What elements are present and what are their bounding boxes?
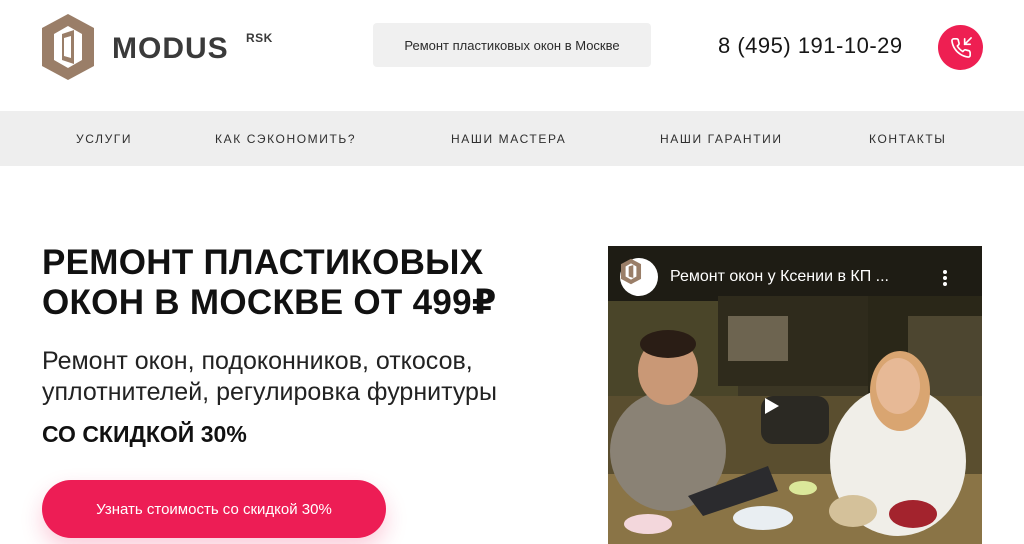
hero-title-line: РЕМОНТ ПЛАСТИКОВЫХ xyxy=(42,243,484,282)
nav-item-contacts[interactable]: КОНТАКТЫ xyxy=(869,132,947,146)
play-icon xyxy=(765,398,779,414)
hero-title: РЕМОНТ ПЛАСТИКОВЫХ ОКОН В МОСКВЕ ОТ 499₽ xyxy=(42,243,582,323)
nav-item-save[interactable]: КАК СЭКОНОМИТЬ? xyxy=(215,132,356,146)
phone-incoming-icon xyxy=(950,36,972,58)
nav-item-masters[interactable]: НАШИ МАСТЕРА xyxy=(451,132,566,146)
hero-discount: СО СКИДКОЙ 30% xyxy=(42,421,247,447)
phone-number[interactable]: 8 (495) 191-10-29 xyxy=(718,33,903,59)
video-thumbnail xyxy=(608,246,982,544)
nav-item-services[interactable]: УСЛУГИ xyxy=(76,132,132,146)
location-chip[interactable]: Ремонт пластиковых окон в Москве xyxy=(373,23,651,67)
play-button[interactable] xyxy=(761,396,829,444)
nav-item-guarantees[interactable]: НАШИ ГАРАНТИИ xyxy=(660,132,783,146)
kebab-menu-icon[interactable] xyxy=(938,268,952,292)
hero-subtitle: Ремонт окон, подоконников, откосов, упло… xyxy=(42,346,582,408)
video-player[interactable]: Ремонт окон у Ксении в КП ... xyxy=(608,246,982,544)
get-price-button[interactable]: Узнать стоимость со скидкой 30% xyxy=(42,480,386,538)
main-nav: УСЛУГИ КАК СЭКОНОМИТЬ? НАШИ МАСТЕРА НАШИ… xyxy=(0,111,1024,166)
logo[interactable]: MODUS RSK xyxy=(40,12,280,82)
video-title[interactable]: Ремонт окон у Ксении в КП ... xyxy=(670,268,889,286)
hero-subtitle-line: уплотнителей, регулировка фурнитуры xyxy=(42,378,497,406)
hero-subtitle-line: Ремонт окон, подоконников, откосов, xyxy=(42,347,473,375)
hero-title-line: ОКОН В МОСКВЕ ОТ 499₽ xyxy=(42,283,497,322)
site-header: MODUS RSK Ремонт пластиковых окон в Моск… xyxy=(0,0,1024,111)
logo-mark-icon xyxy=(42,14,94,80)
logo-superscript: RSK xyxy=(246,31,273,45)
menu-dot xyxy=(943,270,947,274)
logo-mark-icon xyxy=(620,258,642,285)
menu-dot xyxy=(943,276,947,280)
channel-avatar[interactable] xyxy=(620,258,658,296)
call-button[interactable] xyxy=(938,25,983,70)
logo-wordmark: MODUS xyxy=(112,32,229,65)
menu-dot xyxy=(943,282,947,286)
